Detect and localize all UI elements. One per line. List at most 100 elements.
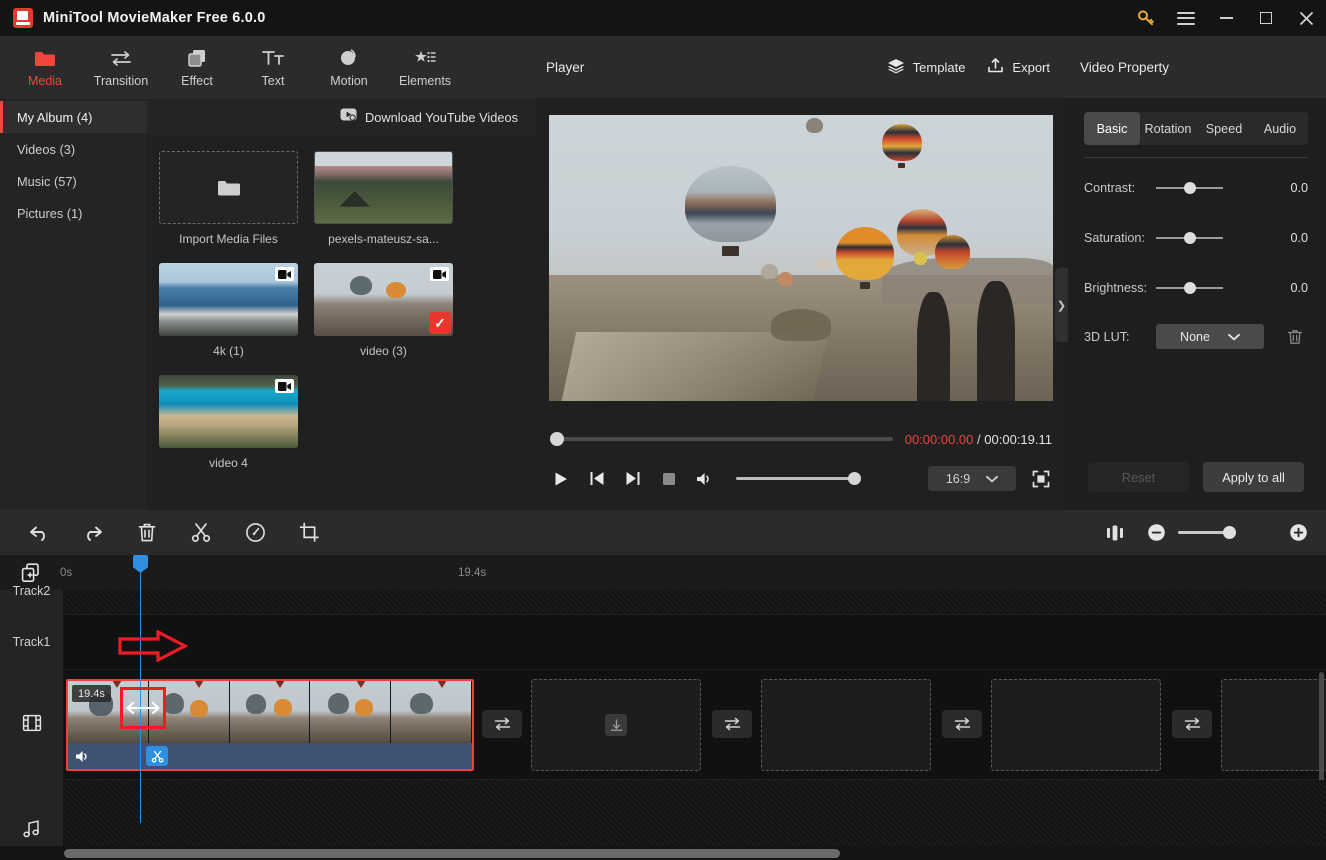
album-item-my-album[interactable]: My Album (4): [0, 101, 147, 133]
volume-knob[interactable]: [848, 472, 861, 485]
download-youtube-videos-label[interactable]: Download YouTube Videos: [365, 110, 518, 125]
drop-zone-1[interactable]: [531, 679, 701, 771]
contrast-knob[interactable]: [1183, 182, 1196, 194]
tab-speed[interactable]: Speed: [1196, 112, 1252, 145]
trash-icon[interactable]: [1286, 328, 1304, 346]
split-button[interactable]: [174, 510, 228, 555]
previous-frame-button[interactable]: [586, 468, 608, 490]
media-thumb[interactable]: [159, 263, 298, 336]
zoom-knob[interactable]: [1222, 526, 1236, 539]
aspect-ratio-select[interactable]: 16:9: [928, 466, 1016, 491]
transition-slot-1[interactable]: [482, 710, 522, 738]
saturation-label: Saturation:: [1084, 231, 1145, 245]
album-item-pictures[interactable]: Pictures (1): [0, 197, 147, 229]
speed-button[interactable]: [228, 510, 282, 555]
delete-button[interactable]: [120, 510, 174, 555]
drop-zone-3[interactable]: [991, 679, 1161, 771]
tool-effect[interactable]: Effect: [160, 39, 234, 97]
track-lane-video[interactable]: 19.4s: [64, 670, 1326, 792]
timeline-zoom-slider[interactable]: [1178, 526, 1276, 539]
timeline-ruler[interactable]: 0s 19.4s: [0, 555, 1326, 590]
tool-transition[interactable]: Transition: [84, 39, 158, 97]
key-icon-svg: [1138, 10, 1154, 26]
key-icon[interactable]: [1126, 0, 1166, 36]
timeline-horizontal-scrollbar[interactable]: [64, 849, 840, 858]
media-thumb[interactable]: ✓: [314, 263, 453, 336]
next-frame-button[interactable]: [622, 468, 644, 490]
red-arrow-annotation: [118, 630, 188, 662]
video-preview[interactable]: [549, 115, 1053, 401]
track-icon-video[interactable]: [0, 670, 64, 780]
volume-button[interactable]: [694, 468, 716, 490]
saturation-knob[interactable]: [1183, 232, 1196, 244]
seek-knob[interactable]: [550, 432, 564, 446]
transition-slot-4[interactable]: [1172, 710, 1212, 738]
zoom-in-icon[interactable]: [1284, 510, 1312, 555]
fit-to-timeline-icon[interactable]: [1088, 510, 1142, 555]
clip-audio-strip[interactable]: [68, 743, 472, 769]
drop-zone-2[interactable]: [761, 679, 931, 771]
tab-basic[interactable]: Basic: [1084, 112, 1140, 145]
add-track-icon[interactable]: [0, 562, 64, 583]
media-item-picture[interactable]: pexels-mateusz-sa...: [314, 151, 453, 246]
contrast-slider[interactable]: [1156, 182, 1223, 194]
tool-text[interactable]: Text: [236, 39, 310, 97]
transition-slot-3[interactable]: [942, 710, 982, 738]
stop-button[interactable]: [658, 468, 680, 490]
text-icon: [261, 47, 285, 69]
clip-split-button[interactable]: [146, 746, 168, 766]
chevron-right-icon[interactable]: ❯: [1055, 268, 1068, 342]
apply-to-all-button[interactable]: Apply to all: [1203, 462, 1304, 492]
tool-motion[interactable]: Motion: [312, 39, 386, 97]
album-item-music[interactable]: Music (57): [0, 165, 147, 197]
contrast-row: Contrast: 0.0: [1084, 174, 1308, 202]
export-button[interactable]: Export: [987, 57, 1050, 77]
reset-button[interactable]: Reset: [1088, 462, 1189, 492]
zoom-out-icon[interactable]: [1142, 510, 1170, 555]
hamburger-menu-icon[interactable]: [1166, 0, 1206, 36]
track-row-track1: Track1: [0, 615, 1326, 670]
lut-row: 3D LUT: None: [1084, 324, 1308, 349]
redo-button[interactable]: [66, 510, 120, 555]
media-thumb[interactable]: [314, 151, 453, 224]
seek-slider[interactable]: [550, 432, 893, 446]
brightness-knob[interactable]: [1183, 282, 1196, 294]
media-item-import[interactable]: Import Media Files: [159, 151, 298, 246]
track-lane-track1[interactable]: [64, 615, 1326, 670]
media-item-4k[interactable]: 4k (1): [159, 263, 298, 358]
tool-media[interactable]: Media: [8, 39, 82, 97]
thumb-artwork: [315, 152, 452, 223]
crop-button[interactable]: [282, 510, 336, 555]
media-item-video3[interactable]: ✓ video (3): [314, 263, 453, 358]
track-lane-track2[interactable]: [64, 590, 1326, 615]
transition-slot-2[interactable]: [712, 710, 752, 738]
import-media-thumb[interactable]: [159, 151, 298, 224]
track-label-track1[interactable]: Track1: [0, 615, 64, 670]
lut-select[interactable]: None: [1156, 324, 1264, 349]
tab-audio[interactable]: Audio: [1252, 112, 1308, 145]
album-list: My Album (4) Videos (3) Music (57) Pictu…: [0, 99, 147, 510]
drop-zone-4[interactable]: [1221, 679, 1326, 771]
close-icon[interactable]: [1286, 0, 1326, 36]
volume-slider[interactable]: [736, 472, 861, 485]
track-label-track2[interactable]: Track2: [0, 584, 64, 615]
undo-button[interactable]: [12, 510, 66, 555]
main-toolbar: Media Transition Effect Text Motion Elem…: [0, 36, 536, 99]
maximize-icon[interactable]: [1246, 0, 1286, 36]
minimize-icon[interactable]: [1206, 0, 1246, 36]
fullscreen-icon[interactable]: [1030, 468, 1052, 490]
selected-check-icon[interactable]: ✓: [429, 312, 451, 334]
tab-rotation[interactable]: Rotation: [1140, 112, 1196, 145]
timeline-vertical-scrollbar[interactable]: [1319, 672, 1324, 792]
brightness-slider[interactable]: [1156, 282, 1223, 294]
timeline-zoom-controls: [1088, 510, 1326, 555]
template-button[interactable]: Template: [887, 58, 965, 77]
media-item-video4[interactable]: video 4: [159, 375, 298, 470]
play-button[interactable]: [550, 468, 572, 490]
saturation-slider[interactable]: [1156, 232, 1223, 244]
media-thumb[interactable]: [159, 375, 298, 448]
apply-label: Apply to all: [1222, 469, 1285, 485]
speaker-icon[interactable]: [75, 749, 91, 765]
album-item-videos[interactable]: Videos (3): [0, 133, 147, 165]
tool-elements[interactable]: Elements: [388, 39, 462, 97]
